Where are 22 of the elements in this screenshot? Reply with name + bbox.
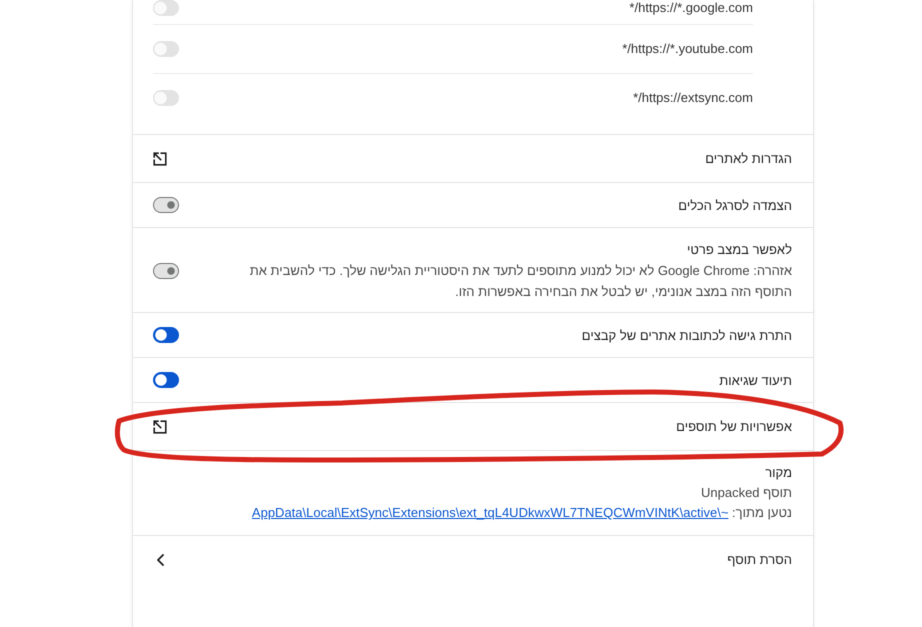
site-url: */https://extsync.com xyxy=(633,90,753,106)
toggle-switch[interactable] xyxy=(153,262,179,278)
toggle-switch[interactable] xyxy=(153,327,179,343)
toggle-switch[interactable] xyxy=(153,372,179,388)
source-type-text: תוסף Unpacked xyxy=(700,485,792,500)
loaded-from-label: נטען מתוך: xyxy=(732,505,792,520)
warning-text: אזהרה: Google Chrome לא יכול למנוע מתוספים לתעד את היסטוריית הגלישה שלך. כדי להשבית את התוסף הזה במצב אנונימי, יש לבטל את הבחירה באפשרות הזו. xyxy=(248,262,792,301)
external-link-icon[interactable] xyxy=(153,420,167,434)
extension-path-link[interactable]: AppData\Local\ExtSync\Extensions\ext_tqL4UDkwxWL7TNEQCWmVINtK\active\~ xyxy=(252,505,728,520)
setting-label: הגדרות לאתרים xyxy=(705,150,792,168)
source-heading: מקור xyxy=(765,465,792,480)
site-url: */https://*.youtube.com xyxy=(622,41,753,57)
setting-label: לאפשר במצב פרטי xyxy=(687,241,792,259)
chevron-icon[interactable] xyxy=(157,554,164,566)
toggle-switch[interactable] xyxy=(153,197,179,213)
setting-label: התרת גישה לכתובות אתרים של קבצים xyxy=(582,326,792,344)
setting-label: אפשרויות של תוספים xyxy=(676,418,792,436)
site-url: */https://*.google.com xyxy=(629,0,753,16)
setting-label: תיעוד שגיאות xyxy=(719,372,792,390)
remove-extension-label: הסרת תוסף xyxy=(727,550,792,568)
setting-label: הצמדה לסרגל הכלים xyxy=(678,196,792,214)
external-link-icon[interactable] xyxy=(153,152,167,166)
